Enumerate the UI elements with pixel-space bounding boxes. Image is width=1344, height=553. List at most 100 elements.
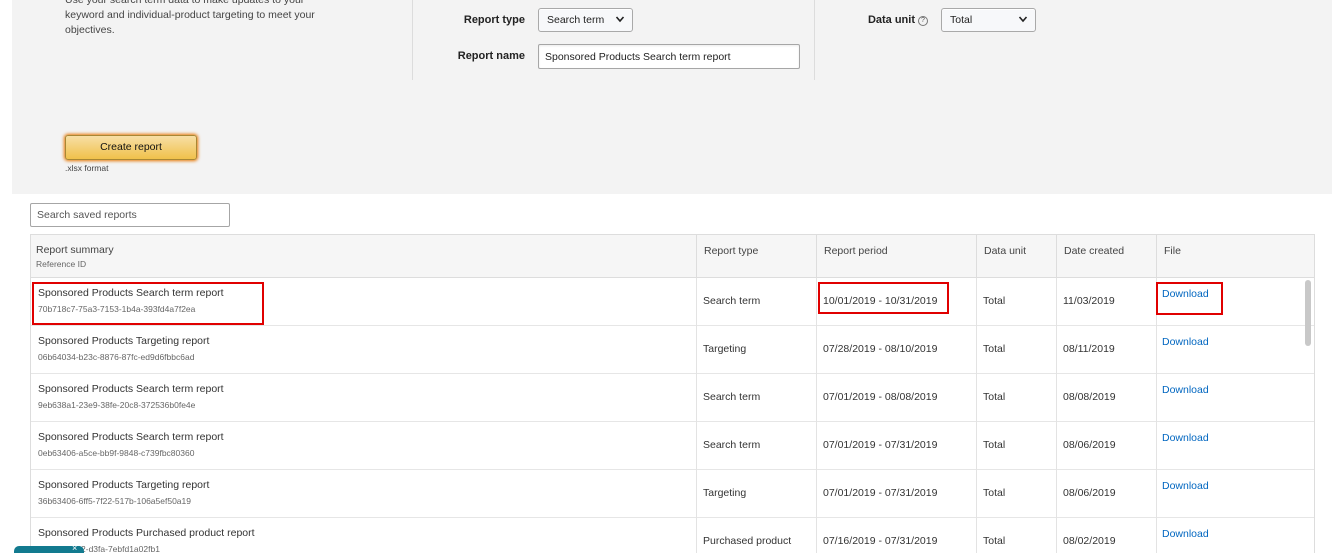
data-unit-label-text: Data unit: [867, 14, 915, 26]
report-period-value: 07/01/2019 - 08/08/2019: [823, 391, 938, 403]
download-link[interactable]: Download: [1162, 336, 1209, 348]
column-header-report-type[interactable]: Report type: [696, 235, 816, 278]
report-type-value: Search term: [703, 295, 761, 307]
report-config-panel: Use your search term data to make update…: [12, 0, 1332, 194]
date-created-value: 11/03/2019: [1063, 295, 1115, 307]
data-unit-value: Total: [983, 439, 1006, 451]
report-period-cell: 07/16/2019 - 07/31/2019: [816, 518, 976, 553]
data-unit-cell: Total: [976, 278, 1056, 326]
date-created-cell: 08/08/2019: [1056, 374, 1156, 422]
close-icon[interactable]: ×: [72, 543, 77, 553]
date-created-value: 08/06/2019: [1063, 487, 1116, 499]
divider: [814, 0, 815, 80]
format-note: .xlsx format: [65, 163, 109, 173]
reference-id: 0eb63406-a5ce-bb9f-9848-c739fbc80360: [38, 448, 195, 458]
report-type-cell: Search term: [696, 422, 816, 470]
report-type-cell: Search term: [696, 278, 816, 326]
report-summary-cell: Sponsored Products Targeting report 36b6…: [31, 470, 696, 518]
column-header-file: File: [1156, 235, 1316, 278]
report-type-cell: Purchased product: [696, 518, 816, 553]
report-period-cell: 07/01/2019 - 07/31/2019: [816, 470, 976, 518]
report-period-cell: 07/28/2019 - 08/10/2019: [816, 326, 976, 374]
column-header-data-unit[interactable]: Data unit: [976, 235, 1056, 278]
search-saved-reports-input[interactable]: Search saved reports: [30, 203, 230, 227]
reference-id: 9eb638a1-23e9-38fe-20c8-372536b0fe4e: [38, 400, 196, 410]
table-scrollbar[interactable]: [1305, 280, 1311, 346]
table-header: Report summary Reference ID Report type …: [31, 235, 1314, 278]
download-link[interactable]: Download: [1162, 528, 1209, 540]
data-unit-cell: Total: [976, 326, 1056, 374]
file-cell: Download: [1156, 470, 1316, 518]
highlight-box-download: [1156, 282, 1223, 315]
chevron-down-icon: [615, 16, 625, 23]
report-summary-cell: Sponsored Products Search term report 0e…: [31, 422, 696, 470]
data-unit-value: Total: [983, 295, 1006, 307]
help-circle-icon[interactable]: ?: [918, 16, 928, 26]
report-type-select[interactable]: Search term: [538, 8, 633, 32]
report-type-label: Report type: [463, 14, 525, 26]
report-type-cell: Targeting: [696, 326, 816, 374]
highlight-box-report-period: [818, 282, 949, 314]
data-unit-cell: Total: [976, 374, 1056, 422]
highlight-box-report-summary: [32, 282, 264, 325]
reference-id-header-label: Reference ID: [36, 259, 87, 269]
create-report-button[interactable]: Create report: [65, 135, 197, 160]
file-cell: Download: [1156, 374, 1316, 422]
download-link[interactable]: Download: [1162, 432, 1209, 444]
chevron-down-icon: [1018, 16, 1028, 23]
download-link[interactable]: Download: [1162, 480, 1209, 492]
data-unit-value: Total: [983, 343, 1006, 355]
report-type-value: Purchased product: [703, 535, 792, 547]
report-name-value: Sponsored Products Search term report: [545, 51, 731, 63]
download-link[interactable]: Download: [1162, 384, 1209, 396]
date-created-value: 08/06/2019: [1063, 439, 1116, 451]
date-created-value: 08/11/2019: [1063, 343, 1115, 355]
date-created-cell: 08/06/2019: [1056, 422, 1156, 470]
data-unit-value: Total: [983, 487, 1006, 499]
date-created-value: 08/02/2019: [1063, 535, 1116, 547]
feedback-badge[interactable]: ×: [14, 543, 84, 553]
date-created-cell: 11/03/2019: [1056, 278, 1156, 326]
column-header-summary: Report summary Reference ID: [31, 235, 696, 278]
report-summary-cell: Sponsored Products Targeting report 06b6…: [31, 326, 696, 374]
summary-header-label: Report summary: [36, 244, 114, 256]
data-unit-cell: Total: [976, 470, 1056, 518]
date-created-cell: 08/02/2019: [1056, 518, 1156, 553]
report-type-cell: Targeting: [696, 470, 816, 518]
table-row: Sponsored Products Search term report 0e…: [31, 422, 1314, 470]
date-created-cell: 08/06/2019: [1056, 470, 1156, 518]
data-unit-select[interactable]: Total: [941, 8, 1036, 32]
report-name-input[interactable]: Sponsored Products Search term report: [538, 44, 800, 69]
report-name: Sponsored Products Search term report: [38, 431, 224, 443]
reference-id: 36b63406-6ff5-7f22-517b-106a5ef50a19: [38, 496, 191, 506]
report-period-value: 07/28/2019 - 08/10/2019: [823, 343, 938, 355]
date-created-cell: 08/11/2019: [1056, 326, 1156, 374]
report-type-value: Search term: [703, 439, 761, 451]
table-row: Sponsored Products Targeting report 36b6…: [31, 470, 1314, 518]
column-header-date-created[interactable]: Date created: [1056, 235, 1156, 278]
data-unit-value: Total: [983, 535, 1006, 547]
report-type-value: Search term: [703, 391, 761, 403]
table-row: Sponsored Products Purchased product rep…: [31, 518, 1314, 553]
report-period-value: 07/01/2019 - 07/31/2019: [823, 439, 938, 451]
report-name-label: Report name: [457, 50, 525, 62]
report-period-cell: 07/01/2019 - 08/08/2019: [816, 374, 976, 422]
report-description: Use your search term data to make update…: [65, 0, 315, 36]
data-unit-label: Data unit?: [852, 14, 928, 26]
report-type-value: Search term: [547, 14, 605, 26]
report-period-value: 07/01/2019 - 07/31/2019: [823, 487, 938, 499]
date-created-value: 08/08/2019: [1063, 391, 1116, 403]
data-unit-cell: Total: [976, 422, 1056, 470]
report-name: Sponsored Products Purchased product rep…: [38, 527, 255, 539]
report-type-value: Targeting: [703, 487, 747, 499]
report-name: Sponsored Products Targeting report: [38, 335, 210, 347]
report-summary-cell: Sponsored Products Search term report 9e…: [31, 374, 696, 422]
file-cell: Download: [1156, 518, 1316, 553]
report-type-cell: Search term: [696, 374, 816, 422]
column-header-report-period[interactable]: Report period: [816, 235, 976, 278]
file-cell: Download: [1156, 422, 1316, 470]
data-unit-value: Total: [983, 391, 1006, 403]
report-period-cell: 07/01/2019 - 07/31/2019: [816, 422, 976, 470]
table-row: Sponsored Products Search term report 9e…: [31, 374, 1314, 422]
reference-id: 06b64034-b23c-8876-87fc-ed9d6fbbc6ad: [38, 352, 195, 362]
